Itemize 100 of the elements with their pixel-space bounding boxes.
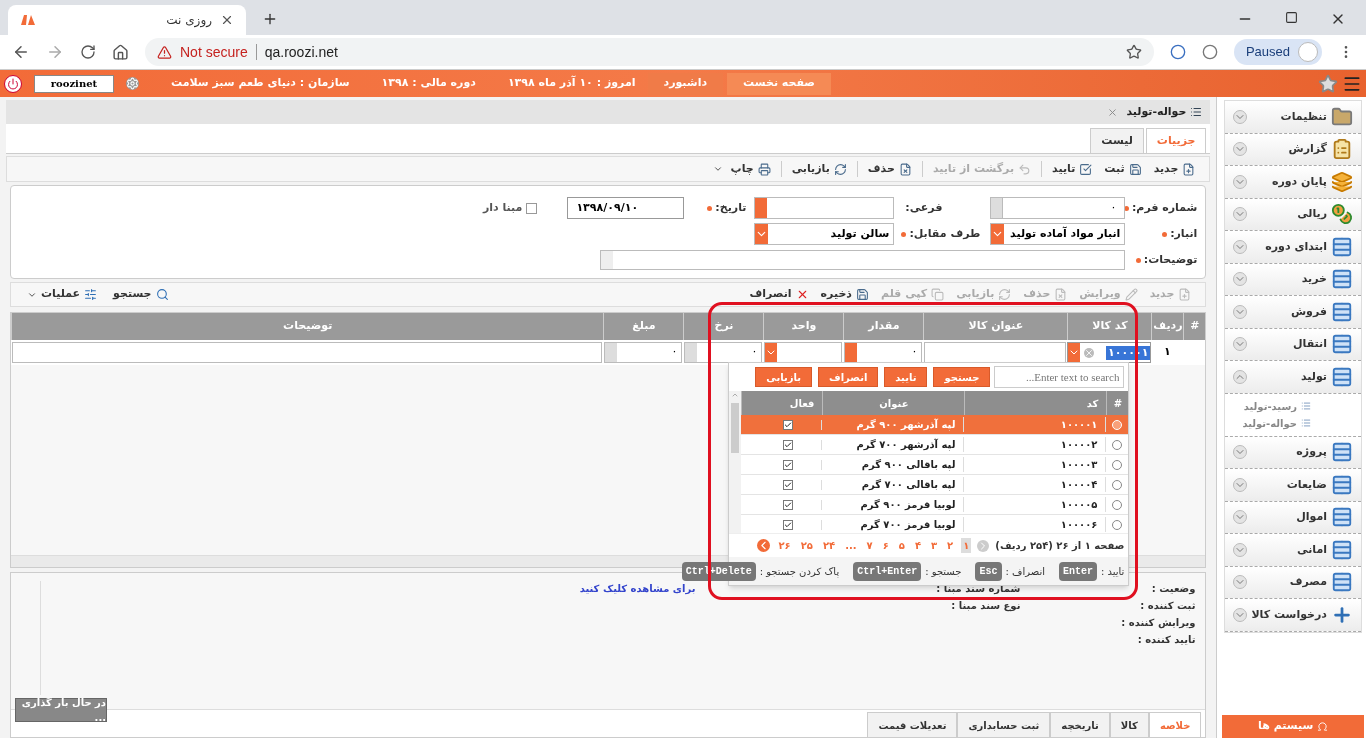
expand-icon[interactable] bbox=[1233, 272, 1248, 287]
radio-button[interactable] bbox=[1112, 459, 1123, 470]
date-field[interactable]: ۱۳۹۸/۰۹/۱۰ bbox=[567, 197, 685, 219]
checkbox[interactable] bbox=[526, 202, 538, 214]
checkbox[interactable] bbox=[783, 499, 794, 510]
lookup-row[interactable]: ۱۰۰۰۰۲ لپه آذرشهر ۷۰۰ گرم bbox=[741, 435, 1129, 455]
checkbox[interactable] bbox=[783, 479, 794, 490]
collapse-icon[interactable] bbox=[1233, 369, 1248, 384]
sidebar-item[interactable]: تنظیمات bbox=[1225, 101, 1361, 134]
tab[interactable]: لیست bbox=[1090, 128, 1144, 153]
sidebar-item[interactable]: فروش bbox=[1225, 296, 1361, 329]
grid-toolbar-button[interactable]: ذخیره bbox=[814, 286, 875, 303]
expand-icon[interactable] bbox=[1233, 304, 1248, 319]
sidebar-item[interactable]: اموال bbox=[1225, 501, 1361, 534]
expand-icon[interactable] bbox=[1233, 477, 1248, 492]
radio-button[interactable] bbox=[1112, 439, 1123, 450]
lookup-row[interactable]: ۱۰۰۰۰۴ لپه باقالی ۷۰۰ گرم bbox=[741, 475, 1129, 495]
counterpart-dropdown[interactable]: سالن تولید bbox=[754, 223, 895, 245]
lookup-row[interactable]: ۱۰۰۰۰۳ لپه باقالی ۹۰۰ گرم bbox=[741, 455, 1129, 475]
sidebar-item[interactable]: مصرف bbox=[1225, 566, 1361, 599]
sidebar-item[interactable]: ریالی bbox=[1225, 198, 1361, 231]
browser-tab[interactable]: روزی نت bbox=[8, 5, 246, 35]
new-tab-icon[interactable] bbox=[262, 11, 278, 27]
expand-icon[interactable] bbox=[1233, 445, 1248, 460]
star-icon[interactable] bbox=[1318, 73, 1338, 94]
sidebar-item[interactable]: امانی bbox=[1225, 534, 1361, 567]
scrollbar[interactable] bbox=[729, 391, 742, 533]
sub-number-field[interactable] bbox=[754, 197, 895, 219]
expand-icon[interactable] bbox=[1233, 109, 1248, 124]
dropdown-icon[interactable] bbox=[765, 343, 778, 362]
grid-action-button[interactable]: جستجو bbox=[105, 286, 177, 303]
rate-field[interactable]: ۰ bbox=[684, 342, 763, 363]
toolbar-button[interactable]: جدید bbox=[1147, 160, 1202, 178]
radio-button[interactable] bbox=[1112, 519, 1123, 530]
previous-page-icon[interactable] bbox=[977, 539, 990, 552]
dropdown-icon[interactable] bbox=[755, 224, 769, 244]
scrollbar-thumb[interactable] bbox=[731, 403, 740, 453]
amount-field[interactable]: ۰ bbox=[604, 342, 683, 363]
spinner-icon[interactable] bbox=[755, 198, 768, 218]
restore-icon[interactable] bbox=[1285, 11, 1298, 24]
notes-field[interactable] bbox=[600, 250, 1126, 270]
radio-button[interactable] bbox=[1112, 499, 1123, 510]
expand-icon[interactable] bbox=[1233, 337, 1248, 352]
sidebar-subitem[interactable]: رسید-تولید bbox=[1225, 397, 1361, 415]
clear-icon[interactable] bbox=[1084, 347, 1095, 358]
home-icon[interactable] bbox=[112, 43, 129, 61]
sidebar-item[interactable]: گزارش bbox=[1225, 133, 1361, 166]
address-field[interactable]: Not secure qa.roozi.net bbox=[145, 38, 1154, 66]
expand-icon[interactable] bbox=[1233, 575, 1248, 590]
spinner-icon[interactable] bbox=[845, 343, 858, 362]
sidebar-item[interactable]: انتقال bbox=[1225, 328, 1361, 361]
bookmark-icon[interactable] bbox=[1125, 44, 1142, 60]
checkbox[interactable] bbox=[783, 519, 794, 530]
sidebar-item[interactable]: خرید bbox=[1225, 263, 1361, 296]
toolbar-button[interactable]: حذف bbox=[861, 160, 918, 178]
back-icon[interactable] bbox=[12, 43, 30, 61]
sidebar-subitem[interactable]: حواله-تولید bbox=[1225, 414, 1361, 432]
extension-icon[interactable] bbox=[1201, 44, 1218, 60]
forward-icon[interactable] bbox=[46, 43, 64, 61]
dropdown-icon[interactable] bbox=[1068, 343, 1081, 362]
expand-icon[interactable] bbox=[1233, 239, 1248, 254]
dropdown-icon[interactable] bbox=[991, 224, 1005, 244]
checkbox[interactable] bbox=[783, 419, 794, 430]
expand-icon[interactable] bbox=[1233, 607, 1248, 622]
scroll-up-icon[interactable] bbox=[731, 391, 740, 399]
toolbar-button[interactable]: تایید bbox=[1046, 160, 1099, 178]
warehouse-dropdown[interactable]: انبار مواد آماده تولید bbox=[990, 223, 1126, 245]
close-icon[interactable] bbox=[220, 13, 234, 27]
sidebar-item[interactable]: ضایعات bbox=[1225, 469, 1361, 502]
view-link[interactable]: برای مشاهده کلیک کنید bbox=[579, 581, 696, 596]
checkbox[interactable] bbox=[783, 459, 794, 470]
sidebar-item[interactable]: درخواست کالا bbox=[1225, 599, 1361, 632]
checkbox[interactable] bbox=[783, 439, 794, 450]
search-field[interactable]: Enter text to search... bbox=[994, 366, 1125, 388]
notes-cell-field[interactable] bbox=[12, 342, 603, 363]
expand-icon[interactable] bbox=[1233, 207, 1248, 222]
expand-icon[interactable] bbox=[1233, 174, 1248, 189]
next-page-icon[interactable] bbox=[757, 539, 771, 552]
lookup-row[interactable]: ۱۰۰۰۰۵ لوبیا قرمز ۹۰۰ گرم bbox=[741, 495, 1129, 515]
profile-button[interactable]: Paused bbox=[1233, 39, 1322, 65]
reload-icon[interactable] bbox=[80, 44, 96, 60]
toolbar-button[interactable]: ثبت bbox=[1098, 160, 1148, 178]
settings-icon[interactable] bbox=[126, 77, 139, 90]
user-field[interactable]: roozinet bbox=[34, 74, 114, 93]
expand-icon[interactable] bbox=[1233, 542, 1248, 557]
tab[interactable]: تعدیلات قیمت bbox=[867, 712, 958, 737]
spinner-icon[interactable] bbox=[991, 198, 1004, 218]
power-icon[interactable] bbox=[4, 74, 22, 93]
grid-toolbar-button[interactable]: انصراف bbox=[743, 286, 815, 303]
toolbar-button[interactable]: بازیابی bbox=[785, 160, 853, 178]
radio-button[interactable] bbox=[1112, 479, 1123, 490]
grid-action-button[interactable]: عملیات bbox=[19, 286, 106, 303]
expand-icon[interactable] bbox=[1233, 510, 1248, 525]
expand-icon[interactable] bbox=[1233, 142, 1248, 157]
sidebar-item[interactable]: ابتدای دوره bbox=[1225, 231, 1361, 264]
tab[interactable]: ثبت حسابداری bbox=[957, 712, 1051, 737]
sidebar-item[interactable]: تولید bbox=[1225, 361, 1361, 394]
toolbar-button[interactable]: چاپ bbox=[706, 160, 777, 178]
tab[interactable]: کالا bbox=[1109, 712, 1149, 737]
form-number-field[interactable]: ۰ bbox=[990, 197, 1126, 219]
